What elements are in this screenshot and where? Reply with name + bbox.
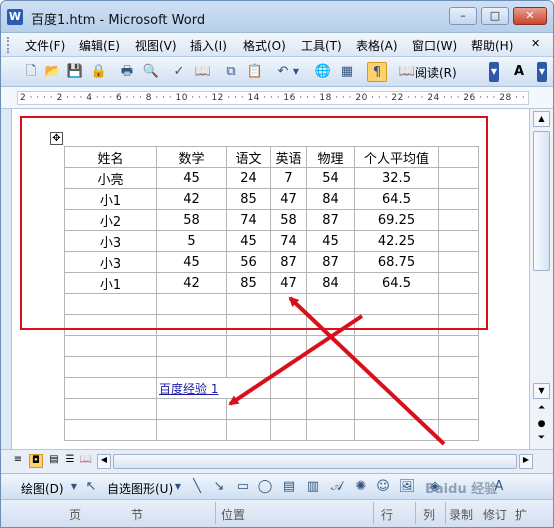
annotation-arrows bbox=[228, 296, 446, 446]
arrow-to-link bbox=[228, 314, 364, 406]
arrow-to-table bbox=[288, 296, 446, 446]
